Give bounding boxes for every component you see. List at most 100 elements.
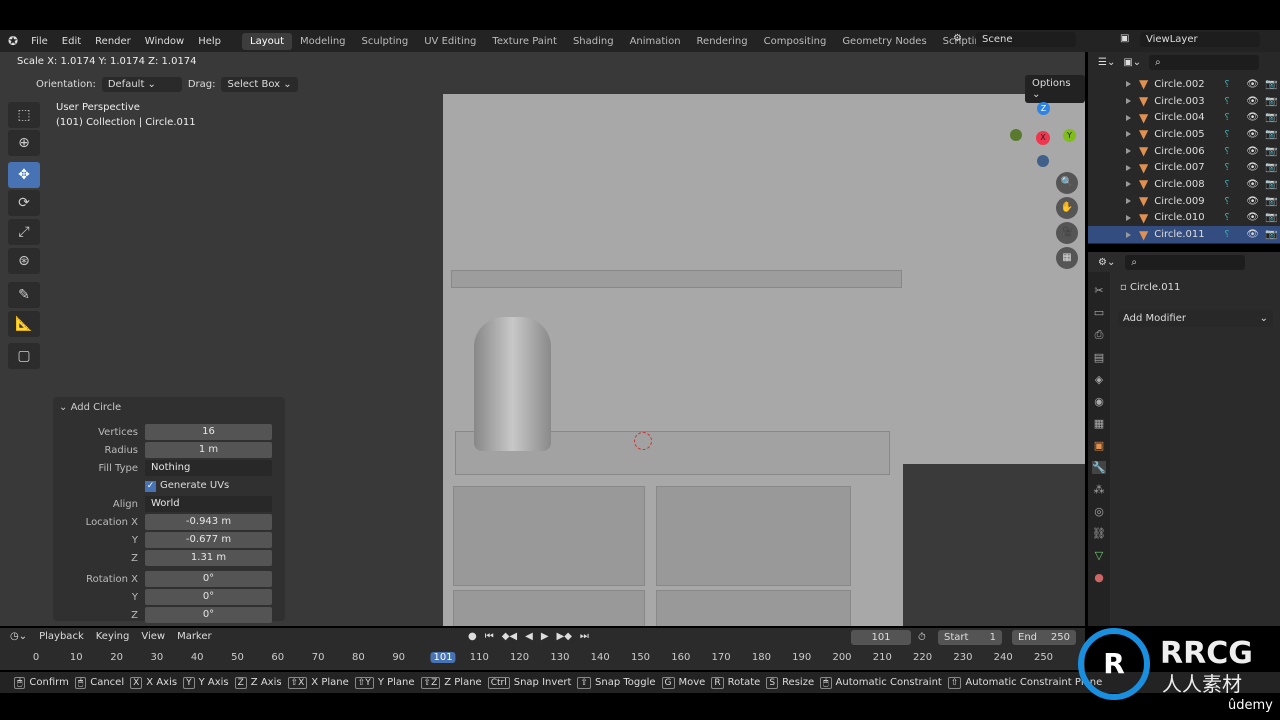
outliner-item[interactable]: ▼ Circle.002 ⸮ 👁 📷 <box>1088 76 1280 93</box>
tab-sculpting[interactable]: Sculpting <box>354 33 417 50</box>
view-layer-tab-icon[interactable]: ▤ <box>1094 351 1104 364</box>
field-fill-type[interactable]: Nothing <box>145 460 272 476</box>
tab-layout[interactable]: Layout <box>242 32 293 50</box>
timeline-menu-view[interactable]: View <box>141 631 165 642</box>
scale-tool-icon[interactable]: ⤢ <box>8 219 40 245</box>
render-camera-icon[interactable]: 📷 <box>1265 196 1277 207</box>
render-camera-icon[interactable]: 📷 <box>1265 129 1277 140</box>
panel-title[interactable]: ⌄ Add Circle <box>59 402 121 413</box>
visibility-eye-icon[interactable]: 👁 <box>1246 112 1259 123</box>
visibility-eye-icon[interactable]: 👁 <box>1246 196 1259 207</box>
select-box-tool-icon[interactable]: ⬚ <box>8 102 40 128</box>
field-z[interactable]: 0° <box>145 607 272 623</box>
menu-help[interactable]: Help <box>191 36 228 47</box>
blender-logo-icon[interactable]: ✪ <box>0 34 24 48</box>
modifier-tab-icon[interactable]: 🔧 <box>1092 461 1106 474</box>
constraints-tab-icon[interactable]: ⛓ <box>1092 527 1106 540</box>
gizmo-neg-y[interactable] <box>1010 129 1022 141</box>
gizmo-neg-z[interactable] <box>1037 155 1049 167</box>
visibility-eye-icon[interactable]: 👁 <box>1246 79 1259 90</box>
outliner-item[interactable]: ▼ Circle.004 ⸮ 👁 📷 <box>1088 109 1280 126</box>
field-radius[interactable]: 1 m <box>145 442 272 458</box>
outliner-item[interactable]: ▼ Circle.008 ⸮ 👁 📷 <box>1088 176 1280 193</box>
outliner-item[interactable]: ▼ Circle.007 ⸮ 👁 📷 <box>1088 159 1280 176</box>
generate-uvs-checkbox[interactable]: ✓ Generate UVs <box>145 480 229 492</box>
expand-icon[interactable] <box>1126 231 1131 238</box>
tab-uv-editing[interactable]: UV Editing <box>416 33 484 50</box>
expand-icon[interactable] <box>1126 214 1131 221</box>
orientation-dropdown[interactable]: Default ⌄ <box>101 77 182 92</box>
render-camera-icon[interactable]: 📷 <box>1265 79 1277 90</box>
visibility-eye-icon[interactable]: 👁 <box>1246 129 1259 140</box>
outliner-search-input[interactable]: ⌕ <box>1149 54 1260 70</box>
tab-rendering[interactable]: Rendering <box>689 33 756 50</box>
output-tab-icon[interactable]: ⎙ <box>1095 328 1104 342</box>
outliner-item[interactable]: ▼ Circle.009 ⸮ 👁 📷 <box>1088 193 1280 210</box>
visibility-eye-icon[interactable]: 👁 <box>1246 212 1259 223</box>
scene-icon[interactable]: ⚙ <box>953 33 962 44</box>
zoom-icon[interactable]: 🔍 <box>1056 172 1078 194</box>
visibility-eye-icon[interactable]: 👁 <box>1246 146 1259 157</box>
move-tool-icon[interactable]: ✥ <box>8 162 40 188</box>
tab-compositing[interactable]: Compositing <box>756 33 835 50</box>
grid-icon[interactable]: ▦ <box>1056 247 1078 269</box>
field-rotation-x[interactable]: 0° <box>145 571 272 587</box>
outliner-item[interactable]: ▼ Circle.005 ⸮ 👁 📷 <box>1088 126 1280 143</box>
play-button[interactable]: ▶ <box>541 631 549 642</box>
visibility-eye-icon[interactable]: 👁 <box>1246 96 1259 107</box>
expand-icon[interactable] <box>1126 181 1131 188</box>
pan-hand-icon[interactable]: ✋ <box>1056 197 1078 219</box>
render-camera-icon[interactable]: 📷 <box>1265 146 1277 157</box>
jump-start-button[interactable]: ⏮ <box>485 631 494 642</box>
expand-icon[interactable] <box>1126 131 1131 138</box>
timeline-menu-playback[interactable]: Playback <box>39 631 84 642</box>
field-z[interactable]: 1.31 m <box>145 550 272 566</box>
field-vertices[interactable]: 16 <box>145 424 272 440</box>
outliner-item[interactable]: ▼ Circle.010 ⸮ 👁 📷 <box>1088 210 1280 227</box>
scene-tab-icon[interactable]: ◈ <box>1095 373 1103 386</box>
options-dropdown[interactable]: Options ⌄ <box>1025 75 1085 103</box>
tab-animation[interactable]: Animation <box>622 33 689 50</box>
field-location-x[interactable]: -0.943 m <box>145 514 272 530</box>
end-frame-field[interactable]: End 250 <box>1012 630 1076 645</box>
record-button[interactable]: ● <box>468 631 477 642</box>
physics-tab-icon[interactable]: ◎ <box>1094 505 1104 518</box>
collection-tab-icon[interactable]: ▦ <box>1094 417 1104 430</box>
outliner-item[interactable]: ▼ Circle.003 ⸮ 👁 📷 <box>1088 93 1280 110</box>
tab-modeling[interactable]: Modeling <box>292 33 354 50</box>
editor-type-icon[interactable]: ⚙⌄ <box>1098 257 1115 268</box>
cursor-tool-icon[interactable]: ⊕ <box>8 130 40 156</box>
add-cube-tool-icon[interactable]: ▢ <box>8 343 40 369</box>
render-camera-icon[interactable]: 📷 <box>1265 96 1277 107</box>
editor-type-icon[interactable]: ◷⌄ <box>10 631 27 642</box>
expand-icon[interactable] <box>1126 148 1131 155</box>
particles-tab-icon[interactable]: ⁂ <box>1094 483 1105 496</box>
add-modifier-dropdown[interactable]: Add Modifier ⌄ <box>1118 310 1273 327</box>
render-camera-icon[interactable]: 📷 <box>1265 212 1277 223</box>
render-camera-icon[interactable]: 📷 <box>1265 179 1277 190</box>
camera-icon[interactable]: 🎥 <box>1056 222 1078 244</box>
stopwatch-icon[interactable]: ⏱ <box>918 632 926 643</box>
timeline[interactable]: ◷⌄ Playback Keying View Marker ● ⏮ ◆◀ ◀ ▶ ▶◆ ⏭ 10… <box>0 628 1085 670</box>
expand-icon[interactable] <box>1126 198 1131 205</box>
measure-tool-icon[interactable]: 📐 <box>8 311 40 337</box>
tab-texture-paint[interactable]: Texture Paint <box>484 33 565 50</box>
field-align[interactable]: World <box>145 496 272 512</box>
gizmo-x-axis[interactable]: X <box>1036 131 1050 145</box>
material-tab-icon[interactable]: ● <box>1094 571 1104 584</box>
render-camera-icon[interactable]: 📷 <box>1265 112 1277 123</box>
jump-end-button[interactable]: ⏭ <box>580 631 589 642</box>
render-camera-icon[interactable]: 📷 <box>1265 162 1277 173</box>
visibility-eye-icon[interactable]: 👁 <box>1246 162 1259 173</box>
menu-edit[interactable]: Edit <box>55 36 88 47</box>
expand-icon[interactable] <box>1126 98 1131 105</box>
annotate-tool-icon[interactable]: ✎ <box>8 282 40 308</box>
scene-field[interactable]: Scene <box>976 32 1076 47</box>
timeline-menu-marker[interactable]: Marker <box>177 631 212 642</box>
view-layer-icon[interactable]: ▣ <box>1120 33 1129 44</box>
object-tab-icon[interactable]: ▣ <box>1094 439 1104 452</box>
tool-tab-icon[interactable]: ✂ <box>1094 284 1103 297</box>
tab-shading[interactable]: Shading <box>565 33 622 50</box>
render-camera-icon[interactable]: 📷 <box>1265 229 1277 240</box>
rotate-tool-icon[interactable]: ⟳ <box>8 190 40 216</box>
